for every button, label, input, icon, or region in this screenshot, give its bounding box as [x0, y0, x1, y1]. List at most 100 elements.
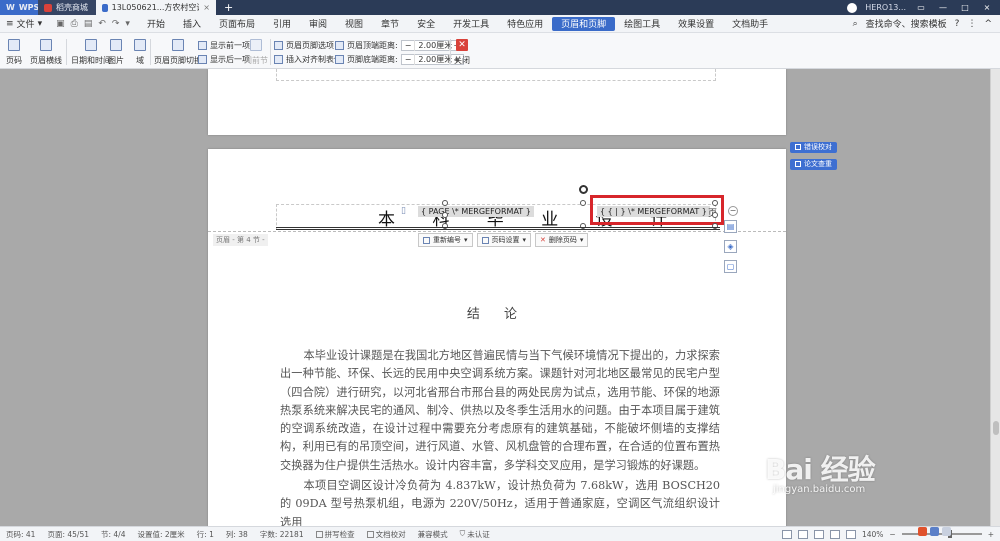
menu-developer[interactable]: 开发工具	[444, 15, 498, 33]
zoom-in-icon[interactable]: +	[988, 530, 994, 539]
tab-document[interactable]: 13L050621...方农村空调系统设计 ×	[96, 0, 216, 15]
field-icon	[134, 39, 146, 51]
menu-references[interactable]: 引用	[264, 15, 300, 33]
more-options-icon[interactable]: ⋮	[967, 19, 976, 29]
command-search[interactable]: 查找命令、搜索模板	[866, 17, 947, 30]
help-icon[interactable]: ?	[955, 19, 960, 29]
menu-home[interactable]: 开始	[138, 15, 174, 33]
body-text[interactable]: 本毕业设计课题是在我国北方地区普遍民情与当下气候环境情况下提出的，力求探索出一种…	[280, 347, 720, 526]
decrement-button[interactable]: −	[402, 41, 415, 50]
tray-icon[interactable]	[930, 527, 939, 536]
reading-view-icon[interactable]	[845, 529, 856, 539]
outline-view-icon[interactable]	[829, 529, 840, 539]
search-icon[interactable]: ⌕	[853, 19, 858, 29]
minimize-icon[interactable]: —	[936, 3, 950, 12]
page-number-icon	[8, 39, 20, 51]
zoom-out-icon[interactable]: −	[889, 530, 895, 539]
avatar[interactable]	[847, 2, 858, 13]
renumber-button[interactable]: 重新编号 ▾	[418, 233, 473, 247]
resize-handle[interactable]	[442, 200, 448, 206]
chevron-down-icon: ▾	[37, 18, 43, 29]
show-previous-button[interactable]: 显示前一项	[198, 40, 250, 51]
plagiarism-check-button[interactable]: 论文查重	[790, 159, 837, 170]
picture-button[interactable]: 图片	[108, 39, 124, 66]
footer-distance-input[interactable]: 2.00厘米	[414, 54, 452, 65]
doc-proof-button[interactable]: 文档校对	[361, 529, 412, 540]
file-menu-button[interactable]: ≡ 文件 ▾	[0, 15, 48, 33]
status-page-number[interactable]: 页码: 41	[0, 529, 41, 540]
system-tray	[918, 527, 951, 536]
frame-icon[interactable]: ▢	[724, 260, 737, 273]
menu-drawing-tools[interactable]: 绘图工具	[615, 15, 669, 33]
save-icon[interactable]: ▣	[56, 19, 65, 29]
show-next-button[interactable]: 显示后一项	[198, 54, 250, 65]
tab-wps[interactable]: W WPS	[0, 0, 39, 15]
baidu-jingyan-logo: Bai 经验	[765, 453, 876, 486]
menu-special-apps[interactable]: 特色应用	[498, 15, 552, 33]
new-tab-button[interactable]: +	[216, 0, 241, 15]
page-field-code[interactable]: { PAGE \* MERGEFORMAT }	[418, 206, 534, 217]
collapse-icon[interactable]: −	[728, 206, 738, 216]
status-pages[interactable]: 页面: 45/51	[41, 529, 95, 540]
menu-header-footer[interactable]: 页眉和页脚	[552, 16, 616, 31]
error-check-button[interactable]: 错误校对	[790, 142, 837, 153]
divider	[66, 39, 67, 65]
layout-icon[interactable]: ▤	[724, 220, 737, 233]
header-footer-switch-button[interactable]: 页眉页脚切换	[154, 39, 202, 66]
header-distance-input[interactable]: 2.00厘米	[414, 40, 452, 51]
more-icon[interactable]: ▾	[125, 19, 130, 29]
menu-view[interactable]: 视图	[336, 15, 372, 33]
menu-page-layout[interactable]: 页面布局	[210, 15, 264, 33]
zoom-level[interactable]: 140%	[862, 530, 883, 539]
status-right: 140% − +	[781, 529, 1000, 539]
status-word-count[interactable]: 字数: 22181	[254, 529, 310, 540]
user-name[interactable]: HERO13...	[865, 3, 906, 12]
decrement-button[interactable]: −	[402, 55, 415, 64]
resize-handle[interactable]	[580, 200, 586, 206]
rotate-handle[interactable]	[579, 185, 588, 194]
date-time-button[interactable]: 日期和时间	[71, 39, 111, 66]
menu-bar: ≡ 文件 ▾ ▣ ⎙ ▤ ↶ ↷ ▾ 开始 插入 页面布局 引用 审阅 视图 章…	[0, 15, 1000, 33]
print-layout-icon[interactable]	[797, 529, 808, 539]
skin-icon[interactable]: ▭	[914, 3, 928, 12]
close-window-icon[interactable]: ×	[980, 3, 994, 12]
mic-icon[interactable]	[942, 527, 951, 536]
title-bar: W WPS 稻壳商城 13L050621...方农村空调系统设计 × + HER…	[0, 0, 1000, 15]
ime-icon[interactable]	[918, 527, 927, 536]
menu-effect-settings[interactable]: 效果设置	[669, 15, 723, 33]
resize-handle[interactable]	[712, 200, 718, 206]
page-current: ▯ 本 科 毕 业 设 计 { PAGE \* MERGEFORMAT } { …	[208, 149, 786, 526]
eye-protection-icon[interactable]	[781, 529, 792, 539]
page-number-button[interactable]: 页码	[6, 39, 22, 66]
tab-docer-store[interactable]: 稻壳商城	[38, 0, 96, 15]
menu-insert[interactable]: 插入	[174, 15, 210, 33]
delete-page-number-button[interactable]: ✕ 删除页码 ▾	[535, 233, 589, 247]
field-button[interactable]: 域	[134, 39, 146, 66]
same-as-previous-button[interactable]: 同前节	[244, 39, 268, 66]
close-header-footer-button[interactable]: ✕ 关闭	[454, 39, 470, 66]
web-layout-icon[interactable]	[813, 529, 824, 539]
print-icon[interactable]: ⎙	[71, 19, 78, 29]
redo-icon[interactable]: ↷	[112, 19, 120, 29]
eraser-icon[interactable]: ◈	[724, 240, 737, 253]
maximize-icon[interactable]: □	[958, 3, 972, 12]
menu-section[interactable]: 章节	[372, 15, 408, 33]
header-footer-options-button[interactable]: 页眉页脚选项	[274, 40, 334, 51]
resize-handle[interactable]	[712, 212, 718, 218]
preview-icon[interactable]: ▤	[84, 19, 93, 29]
header-section-label: 页眉 - 第 4 节 -	[213, 234, 268, 246]
menu-security[interactable]: 安全	[408, 15, 444, 33]
link-icon	[250, 39, 262, 51]
undo-icon[interactable]: ↶	[98, 19, 106, 29]
collapse-ribbon-icon[interactable]: ^	[984, 19, 992, 29]
menu-review[interactable]: 审阅	[300, 15, 336, 33]
menu-doc-assistant[interactable]: 文档助手	[723, 15, 777, 33]
spell-check-toggle[interactable]: 拼写检查	[310, 529, 361, 540]
close-tab-icon[interactable]: ×	[203, 3, 210, 12]
page-number-settings-button[interactable]: 页码设置 ▾	[476, 233, 532, 247]
header-line-button[interactable]: 页眉横线	[30, 39, 62, 66]
vertical-scrollbar[interactable]	[990, 69, 1000, 526]
insert-align-tab-button[interactable]: 插入对齐制表位	[274, 54, 342, 65]
scrollbar-thumb[interactable]	[993, 421, 999, 435]
resize-handle[interactable]	[442, 212, 448, 218]
